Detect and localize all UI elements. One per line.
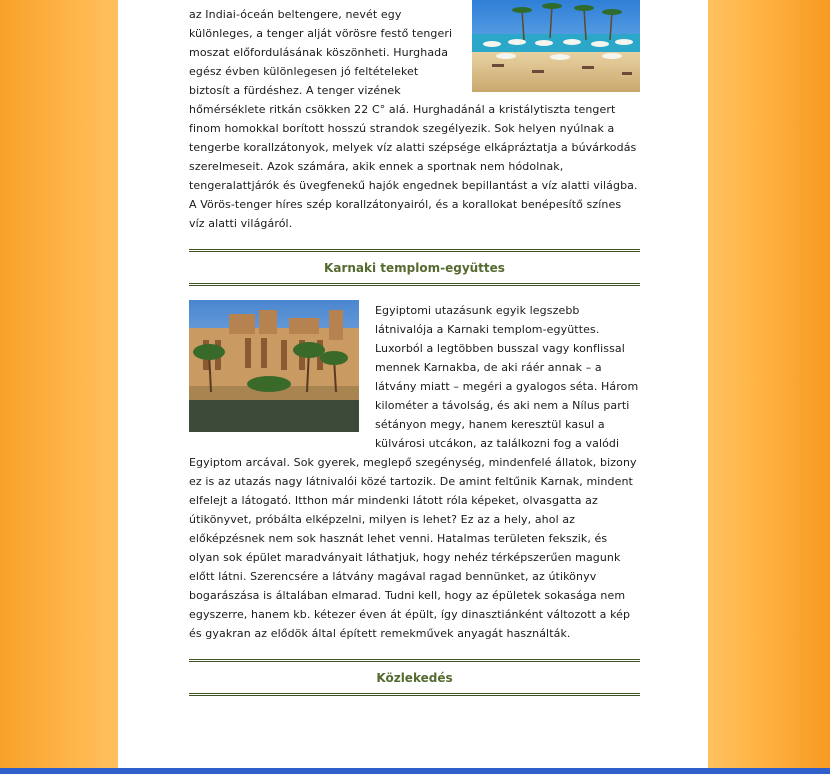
window-bottom-bar (0, 768, 830, 774)
beach-photo (472, 0, 640, 92)
right-orange-margin (708, 0, 830, 774)
article-page: az Indiai-óceán beltengere, nevét egy kü… (118, 0, 708, 774)
karnak-temple-photo (189, 300, 359, 432)
karnak-section-title: Karnaki templom-együttes (189, 249, 640, 286)
transport-section-title: Közlekedés (189, 659, 640, 696)
article-column: az Indiai-óceán beltengere, nevét egy kü… (189, 0, 640, 710)
left-orange-margin (0, 0, 118, 774)
